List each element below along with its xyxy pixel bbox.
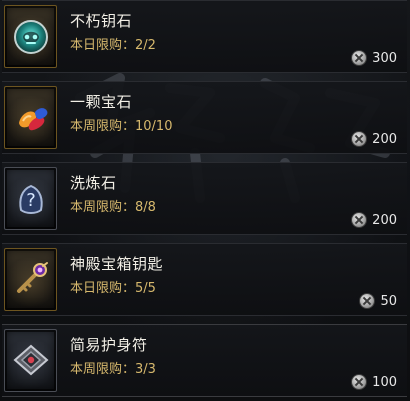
shop-panel: 不朽钥石 本日限购：2/2 300 一颗宝石 本周限购：10/10 200 ? … — [0, 0, 410, 401]
item-price-value: 300 — [372, 50, 397, 66]
shop-item-1[interactable]: 不朽钥石 本日限购：2/2 300 — [2, 0, 407, 73]
item-purchase-limit: 本周限购：3/3 — [70, 362, 156, 377]
item-price: 200 — [352, 211, 397, 229]
item-icon-frame-2 — [4, 86, 57, 149]
item-price-value: 200 — [372, 212, 397, 228]
item-icon-frame-3: ? — [4, 167, 57, 230]
svg-text:?: ? — [26, 190, 36, 211]
silver-coin-icon — [360, 294, 375, 308]
shop-item-2[interactable]: 一颗宝石 本周限购：10/10 200 — [2, 81, 407, 154]
silver-coin-icon — [352, 213, 367, 227]
item-purchase-limit: 本日限购：2/2 — [70, 38, 156, 53]
item-purchase-limit: 本周限购：10/10 — [70, 119, 173, 134]
silver-coin-icon — [352, 51, 367, 65]
shop-item-3[interactable]: ? 洗炼石 本周限购：8/8 200 — [2, 162, 407, 235]
item-price-value: 200 — [372, 131, 397, 147]
amulet-icon — [13, 344, 49, 376]
item-icon-frame-1 — [4, 5, 57, 68]
item-name: 洗炼石 — [70, 174, 117, 192]
silver-coin-icon — [352, 375, 367, 389]
shop-item-4[interactable]: 神殿宝箱钥匙 本日限购：5/5 50 — [2, 243, 407, 316]
item-icon-frame-4 — [4, 248, 57, 311]
item-name: 简易护身符 — [70, 336, 148, 354]
mystery-stone-icon: ? — [19, 184, 43, 214]
item-icon-frame-5 — [4, 329, 57, 392]
item-price: 100 — [352, 373, 397, 391]
item-purchase-limit: 本日限购：5/5 — [70, 281, 156, 296]
item-price-value: 100 — [372, 374, 397, 390]
immortal-keystone-icon — [14, 20, 48, 54]
item-name: 不朽钥石 — [70, 12, 133, 30]
gem-icon — [19, 108, 48, 131]
item-price: 200 — [352, 130, 397, 148]
shop-item-5[interactable]: 简易护身符 本周限购：3/3 100 — [2, 324, 407, 397]
temple-key-icon — [17, 262, 48, 293]
silver-coin-icon — [352, 132, 367, 146]
item-price: 50 — [360, 292, 397, 310]
item-price-value: 50 — [380, 293, 397, 309]
item-purchase-limit: 本周限购：8/8 — [70, 200, 156, 215]
item-name: 一颗宝石 — [70, 93, 133, 111]
item-price: 300 — [352, 49, 397, 67]
item-name: 神殿宝箱钥匙 — [70, 255, 164, 273]
